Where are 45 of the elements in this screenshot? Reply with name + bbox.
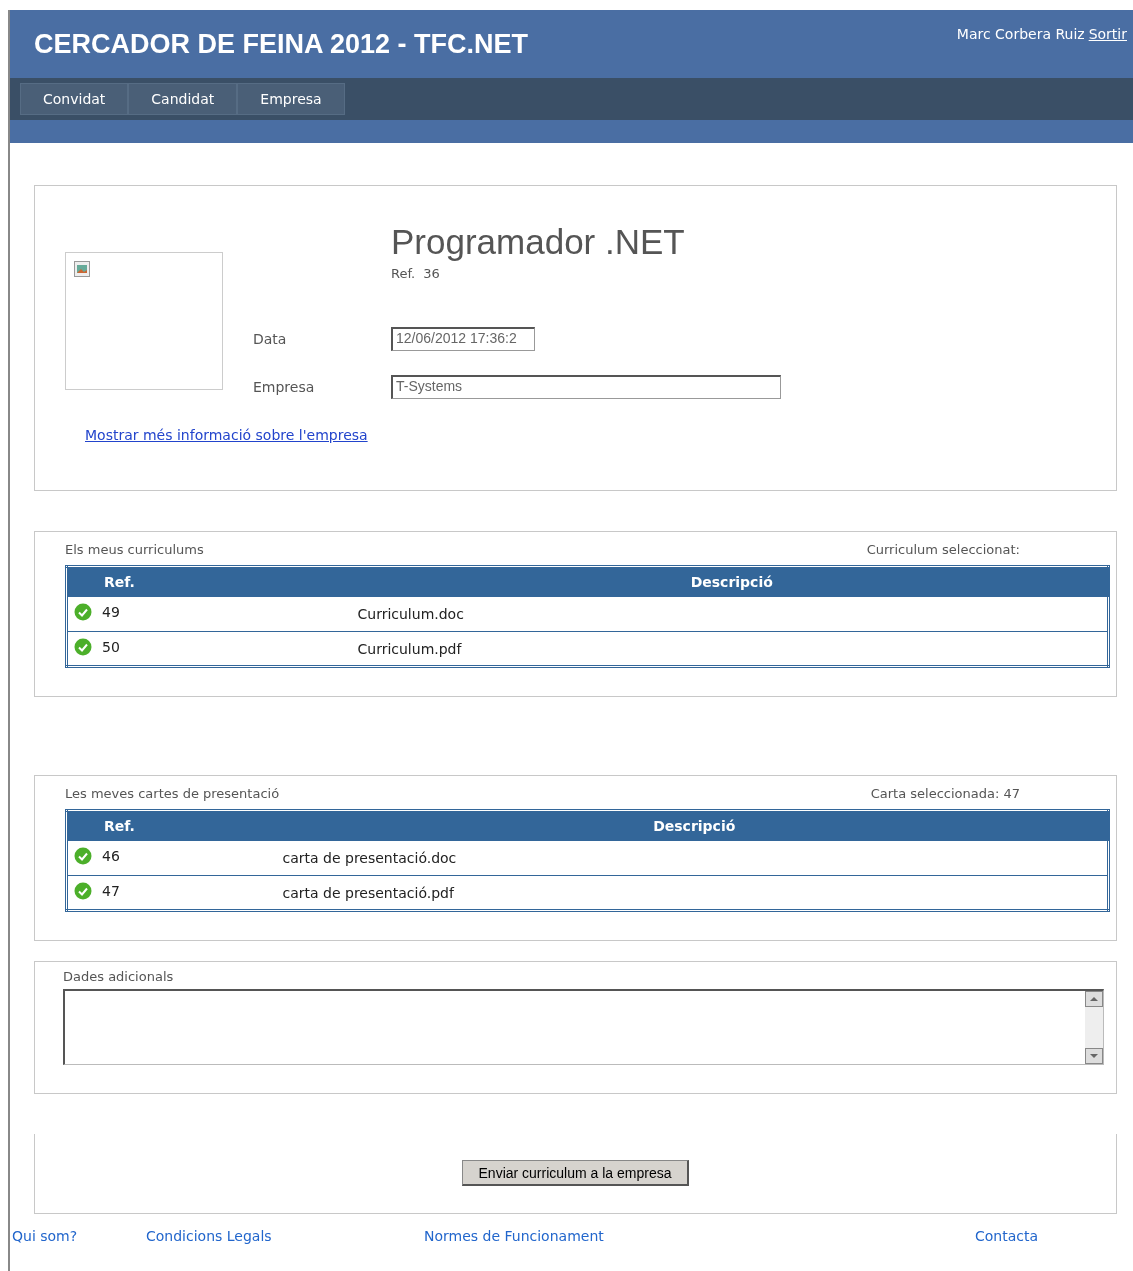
section-title: Dades adicionals <box>63 969 174 984</box>
column-header: Descripció <box>356 566 1109 597</box>
check-icon <box>74 882 92 900</box>
nav-item[interactable]: Empresa <box>237 83 345 115</box>
section-title: Els meus curriculums <box>65 542 204 557</box>
table-cell: carta de presentació.pdf <box>281 875 1109 911</box>
footer-link[interactable]: Normes de Funcionament <box>424 1228 975 1244</box>
job-title: Programador .NET <box>391 222 686 262</box>
footer-link[interactable]: Condicions Legals <box>146 1228 424 1244</box>
footer-link[interactable]: Contacta <box>975 1228 1133 1244</box>
section-title: Les meves cartes de presentació <box>65 786 280 801</box>
field-label: Empresa <box>253 379 316 395</box>
input-field[interactable]: T-Systems <box>391 375 781 399</box>
ref-label: Ref. <box>391 266 416 281</box>
ref-value: 36 <box>423 266 440 281</box>
scrollbar[interactable] <box>1085 991 1103 1064</box>
check-icon <box>74 638 92 656</box>
scroll-up-icon[interactable] <box>1085 991 1103 1007</box>
nav-item[interactable]: Candidat <box>128 83 238 115</box>
selected-label: Carta seleccionada: 47 <box>870 786 1020 801</box>
table-cell: Curriculum.doc <box>356 596 1109 632</box>
ref-text: 46 <box>102 848 120 865</box>
selected-label: Curriculum seleccionat: <box>866 542 1020 557</box>
text-area[interactable] <box>63 989 1104 1065</box>
company-info-link[interactable]: Mostrar més informació sobre l'empresa <box>85 427 368 443</box>
column-header: Descripció <box>281 810 1109 841</box>
check-icon <box>74 603 92 622</box>
input-field[interactable]: 12/06/2012 17:36:2 <box>391 327 535 351</box>
table-cell: carta de presentació.doc <box>281 840 1109 876</box>
column-header: Ref. <box>66 810 282 841</box>
table-cell: Curriculum.pdf <box>356 631 1109 667</box>
footer-link[interactable]: Qui som? <box>12 1228 146 1244</box>
check-icon <box>74 847 92 866</box>
field-label: Data <box>253 331 288 347</box>
broken-image-icon <box>74 261 90 277</box>
ref-text: 47 <box>102 883 120 899</box>
logout-link[interactable]: Sortir <box>1088 26 1127 78</box>
user-name: Marc Corbera Ruiz <box>956 26 1085 44</box>
ref-text: 49 <box>102 604 120 621</box>
scroll-down-icon[interactable] <box>1085 1048 1103 1064</box>
nav-item[interactable]: Convidat <box>20 83 129 115</box>
column-header: Ref. <box>66 566 357 597</box>
ref-text: 50 <box>102 639 120 655</box>
submit-button[interactable]: Enviar curriculum a la empresa <box>461 1160 690 1186</box>
site-title: CERCADOR DE FEINA 2012 - TFC.NET <box>34 28 529 60</box>
